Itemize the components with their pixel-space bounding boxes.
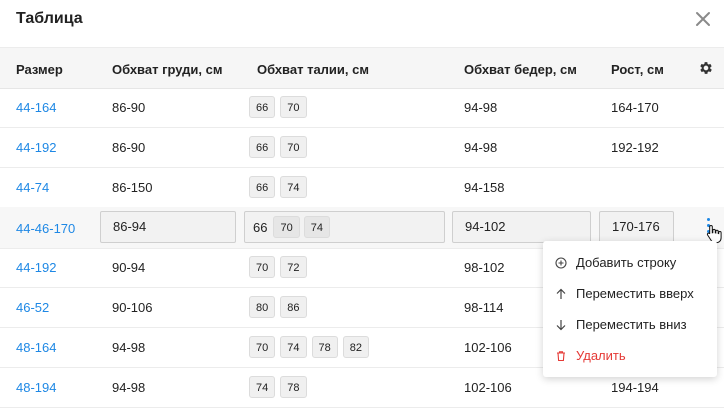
chest-value: 94-98 xyxy=(112,340,146,355)
menu-item-label: Переместить вниз xyxy=(576,317,687,332)
chest-value: 86-90 xyxy=(112,100,146,115)
waist-chip: 78 xyxy=(280,376,307,398)
gear-icon[interactable] xyxy=(698,60,714,76)
waist-chips: 70 74 78 82 xyxy=(249,336,369,358)
waist-chip: 86 xyxy=(280,296,307,318)
size-link[interactable]: 44-164 xyxy=(16,100,56,115)
menu-item-label: Удалить xyxy=(576,348,626,363)
trash-icon xyxy=(555,350,567,362)
menu-item-label: Переместить вверх xyxy=(576,286,694,301)
waist-chip-input[interactable]: 66 70 74 xyxy=(244,211,445,243)
waist-chips: 74 78 xyxy=(249,376,307,398)
column-header-size: Размер xyxy=(16,62,63,77)
hips-value: 94-98 xyxy=(464,100,498,115)
size-link[interactable]: 44-74 xyxy=(16,180,49,195)
waist-chip: 70 xyxy=(280,136,307,158)
chest-value: 86-150 xyxy=(112,180,153,195)
waist-chip[interactable]: 74 xyxy=(303,216,330,238)
chest-value: 86-90 xyxy=(112,140,146,155)
chest-value: 90-106 xyxy=(112,300,153,315)
waist-chips: 66 70 xyxy=(249,136,307,158)
table-header: Размер Обхват груди, см Обхват талии, см… xyxy=(0,47,724,89)
column-header-chest: Обхват груди, см xyxy=(112,62,223,77)
waist-chip: 82 xyxy=(342,336,369,358)
dialog-title: Таблица xyxy=(16,10,83,27)
row-context-menu: Добавить строку Переместить вверх Переме… xyxy=(543,241,717,377)
size-link[interactable]: 44-192 xyxy=(16,260,56,275)
menu-item-add-row[interactable]: Добавить строку xyxy=(543,247,717,278)
waist-chips: 70 72 xyxy=(249,256,307,278)
table-row: 44-164 86-90 66 70 94-98 164-170 xyxy=(0,88,724,128)
waist-chip: 80 xyxy=(249,296,276,318)
hips-value: 102-106 xyxy=(464,380,512,395)
waist-chips: 80 86 xyxy=(249,296,307,318)
arrow-down-icon xyxy=(555,319,567,331)
hips-value: 102-106 xyxy=(464,340,512,355)
dialog-header: Таблица xyxy=(0,0,724,46)
hips-value: 98-102 xyxy=(464,260,505,275)
waist-chip: 66 xyxy=(249,176,276,198)
menu-item-move-up[interactable]: Переместить вверх xyxy=(543,278,717,309)
waist-chip: 66 xyxy=(249,136,276,158)
column-header-height: Рост, см xyxy=(611,62,664,77)
waist-chip: 66 xyxy=(249,96,276,118)
waist-chip: 72 xyxy=(280,256,307,278)
arrow-up-icon xyxy=(555,288,567,300)
waist-chip: 70 xyxy=(280,96,307,118)
size-link[interactable]: 48-164 xyxy=(16,340,56,355)
height-value: 164-170 xyxy=(611,100,659,115)
size-link[interactable]: 48-194 xyxy=(16,380,56,395)
height-value: 192-192 xyxy=(611,140,659,155)
menu-item-label: Добавить строку xyxy=(576,255,677,270)
size-link[interactable]: 44-46-170 xyxy=(16,221,75,236)
waist-chip: 70 xyxy=(249,256,276,278)
hips-value: 94-158 xyxy=(464,180,505,195)
chest-input[interactable]: 86-94 xyxy=(100,211,236,243)
table-row: 44-192 86-90 66 70 94-98 192-192 xyxy=(0,128,724,168)
hips-value: 98-114 xyxy=(464,300,504,315)
menu-item-delete[interactable]: Удалить xyxy=(543,340,717,371)
waist-chips: 66 70 xyxy=(249,96,307,118)
size-link[interactable]: 44-192 xyxy=(16,140,56,155)
chest-value: 94-98 xyxy=(112,380,146,395)
menu-item-move-down[interactable]: Переместить вниз xyxy=(543,309,717,340)
waist-chip: 74 xyxy=(280,176,307,198)
size-link[interactable]: 46-52 xyxy=(16,300,49,315)
height-input[interactable]: 170-176 xyxy=(599,211,674,243)
plus-circle-icon xyxy=(555,256,567,269)
waist-chip: 78 xyxy=(311,336,338,358)
waist-chip: 74 xyxy=(249,376,276,398)
chest-value: 90-94 xyxy=(112,260,146,275)
waist-chip: 70 xyxy=(249,336,276,358)
column-header-waist: Обхват талии, см xyxy=(257,62,369,77)
waist-chip[interactable]: 70 xyxy=(273,216,300,238)
hips-value: 94-98 xyxy=(464,140,498,155)
close-icon[interactable] xyxy=(692,8,714,30)
waist-chips: 66 74 xyxy=(249,176,307,198)
column-header-hips: Обхват бедер, см xyxy=(464,62,577,77)
waist-chip: 74 xyxy=(280,336,307,358)
waist-input-value: 66 xyxy=(253,219,268,235)
table-row: 44-74 86-150 66 74 94-158 xyxy=(0,168,724,208)
hips-input[interactable]: 94-102 xyxy=(452,211,591,243)
height-value: 194-194 xyxy=(611,380,659,395)
